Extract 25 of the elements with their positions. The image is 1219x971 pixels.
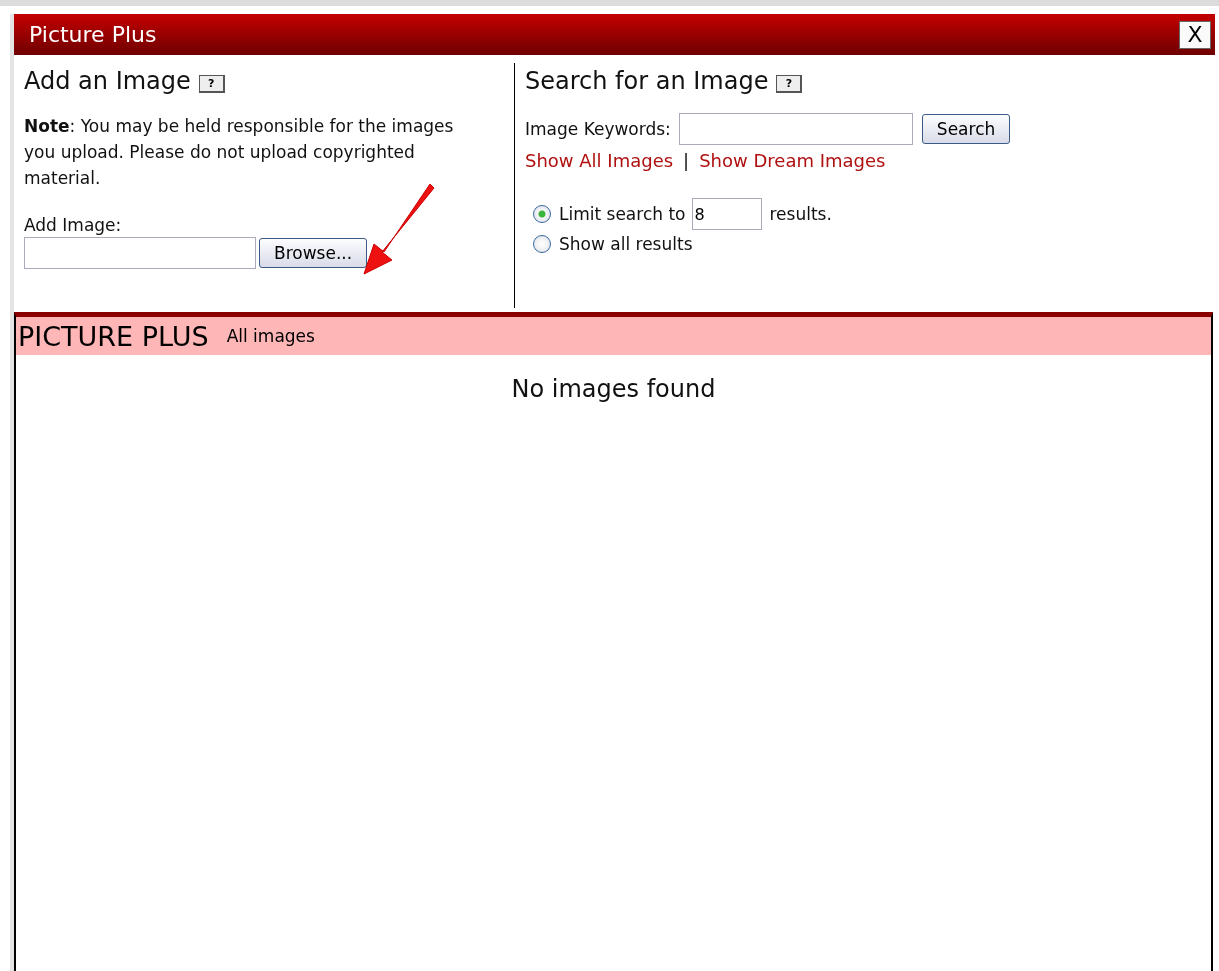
- results-title: PICTURE PLUS: [18, 320, 209, 352]
- search-button[interactable]: Search: [921, 114, 1011, 144]
- field-label: Add Image:: [24, 215, 122, 235]
- limit-field[interactable]: 8: [691, 198, 762, 230]
- note-text: Note: You may be held responsible for the images you upload. Please do not upload copyrighted material.: [24, 115, 455, 190]
- radio-button[interactable]: [533, 205, 551, 223]
- option-label: Limit search to: [559, 204, 686, 224]
- show-all-link[interactable]: Show All Images: [525, 145, 674, 176]
- section-heading: Add an Image: [24, 67, 191, 95]
- close-button[interactable]: X: [1179, 20, 1211, 49]
- keywords-field[interactable]: [678, 113, 913, 145]
- show-dream-link[interactable]: Show Dream Images: [699, 150, 886, 171]
- option-label: results.: [769, 204, 832, 224]
- help-button[interactable]: ?: [198, 75, 225, 93]
- radio-button[interactable]: [533, 235, 551, 253]
- field-label: Image Keywords:: [525, 119, 671, 139]
- section-heading: Search for an Image: [525, 67, 769, 95]
- results-subtitle: All images: [226, 326, 315, 346]
- empty-message: No images found: [511, 375, 716, 403]
- file-path-field[interactable]: [24, 237, 256, 269]
- link-separator: |: [683, 150, 690, 171]
- option-label: Show all results: [559, 234, 693, 254]
- help-button[interactable]: ?: [776, 75, 803, 93]
- browse-button[interactable]: Browse...: [259, 238, 368, 268]
- window-title: Picture Plus: [29, 22, 157, 47]
